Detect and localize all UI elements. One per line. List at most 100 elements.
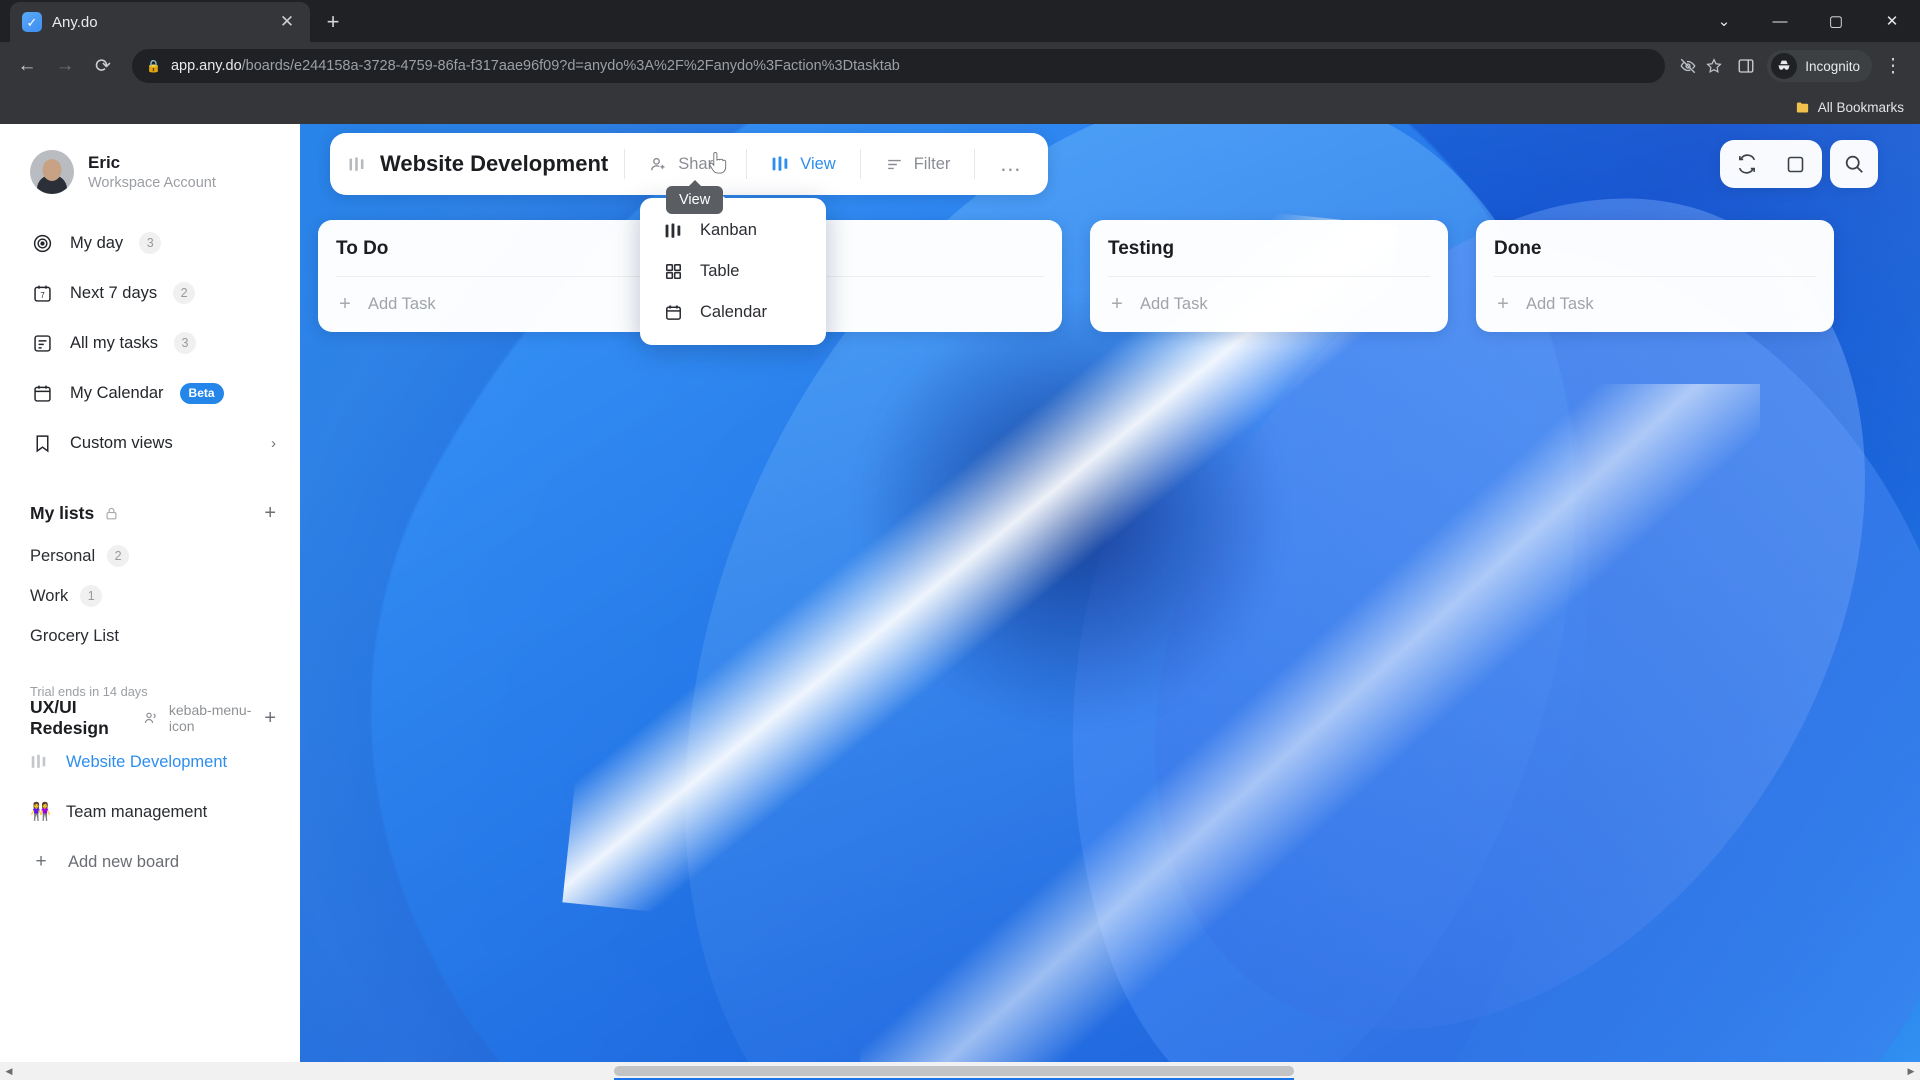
- add-new-board-label: Add new board: [68, 852, 179, 871]
- incognito-label: Incognito: [1805, 58, 1860, 74]
- sidebar-item-label: My Calendar: [70, 383, 164, 402]
- incognito-profile-button[interactable]: Incognito: [1767, 50, 1872, 82]
- kanban-icon: [30, 754, 52, 770]
- close-icon[interactable]: ✕: [276, 11, 298, 33]
- list-item-label: Personal: [30, 546, 96, 565]
- all-bookmarks-label[interactable]: All Bookmarks: [1818, 100, 1904, 115]
- svg-text:7: 7: [40, 290, 44, 299]
- view-option-table[interactable]: Table: [640, 251, 826, 292]
- new-tab-button[interactable]: +: [316, 5, 350, 39]
- list-item-label: Work: [30, 586, 69, 605]
- more-options-button[interactable]: …: [991, 151, 1030, 177]
- add-task-label: Add Task: [368, 295, 436, 313]
- add-task-button[interactable]: + Add Task: [336, 276, 658, 316]
- filter-button[interactable]: Filter: [877, 149, 959, 180]
- view-option-calendar[interactable]: Calendar: [640, 292, 826, 333]
- divider: [859, 149, 861, 179]
- kanban-icon: [662, 222, 684, 240]
- browser-tab[interactable]: ✓ Any.do ✕: [10, 2, 310, 42]
- sidebar-board-website-development[interactable]: Website Development: [0, 737, 300, 787]
- count-badge: 2: [107, 545, 130, 567]
- sidebar-item-my-calendar[interactable]: My Calendar Beta: [0, 368, 300, 418]
- share-label: Share: [678, 154, 723, 173]
- sidebar-item-label: Next 7 days: [70, 283, 158, 302]
- url-text: app.any.do/boards/e244158a-3728-4759-86f…: [171, 58, 1651, 74]
- back-icon[interactable]: ←: [10, 49, 44, 83]
- kanban-icon: [348, 156, 366, 173]
- fullscreen-icon[interactable]: [1772, 141, 1818, 187]
- sidebar-item-next-7-days[interactable]: 7 Next 7 days 2: [0, 268, 300, 318]
- eye-off-icon[interactable]: [1677, 57, 1699, 75]
- add-workspace-item-button[interactable]: +: [264, 707, 276, 730]
- divider: [746, 149, 748, 179]
- tasks-list-icon: [30, 331, 54, 355]
- scrollbar-thumb[interactable]: [614, 1066, 1294, 1076]
- share-button[interactable]: Share: [641, 149, 730, 180]
- chevron-right-icon[interactable]: ›: [271, 435, 276, 452]
- filter-icon: [885, 155, 904, 174]
- add-new-board-button[interactable]: + Add new board: [0, 837, 300, 887]
- page-title: Website Development: [380, 151, 609, 176]
- view-label: View: [800, 154, 836, 173]
- board-right-tools: [1720, 140, 1878, 188]
- add-list-button[interactable]: +: [264, 502, 276, 525]
- chevron-down-icon[interactable]: ⌄: [1696, 0, 1752, 42]
- add-task-button[interactable]: + Add Task: [1108, 276, 1430, 316]
- url-domain: app.any.do: [170, 58, 242, 74]
- forward-icon[interactable]: →: [48, 49, 82, 83]
- bookmark-icon: [30, 431, 54, 455]
- plus-icon: +: [1497, 293, 1509, 315]
- sidebar-board-team-management[interactable]: 👭 Team management: [0, 787, 300, 837]
- view-button[interactable]: View: [763, 149, 843, 180]
- wallpaper-streak: [860, 384, 1760, 1080]
- view-option-kanban[interactable]: Kanban: [640, 210, 826, 251]
- sidebar-item-custom-views[interactable]: Custom views ›: [0, 418, 300, 468]
- view-tooltip: View: [666, 186, 724, 214]
- lock-icon: 🔒: [146, 59, 161, 73]
- view-option-label: Calendar: [700, 303, 767, 321]
- divider: [624, 149, 626, 179]
- scroll-left-arrow[interactable]: ◀: [0, 1062, 18, 1080]
- list-item-personal[interactable]: Personal 2: [0, 536, 300, 576]
- scrollbar-track[interactable]: [18, 1062, 1902, 1080]
- board-canvas: Website Development Share View Filter … …: [300, 124, 1920, 1080]
- kanban-column-to-do: To Do + Add Task: [318, 220, 676, 332]
- profile-header[interactable]: Eric Workspace Account: [0, 144, 300, 200]
- people-emoji-icon: 👭: [30, 802, 52, 821]
- horizontal-scrollbar[interactable]: ◀ ▶: [0, 1062, 1920, 1080]
- maximize-button[interactable]: ▢: [1808, 0, 1864, 42]
- sidebar-item-label: My day: [70, 233, 124, 252]
- view-option-label: Kanban: [700, 221, 757, 239]
- workspace-title: UX/UI Redesign: [30, 697, 109, 738]
- kebab-menu-icon[interactable]: kebab-menu-icon: [169, 702, 254, 734]
- minimize-button[interactable]: —: [1752, 0, 1808, 42]
- members-icon[interactable]: [143, 710, 159, 726]
- column-title: Done: [1494, 238, 1542, 259]
- search-icon[interactable]: [1830, 140, 1878, 188]
- close-window-button[interactable]: ✕: [1864, 0, 1920, 42]
- address-bar[interactable]: 🔒 app.any.do/boards/e244158a-3728-4759-8…: [132, 49, 1666, 83]
- list-item-work[interactable]: Work 1: [0, 576, 300, 616]
- scroll-right-arrow[interactable]: ▶: [1902, 1062, 1920, 1080]
- column-title: Testing: [1108, 238, 1175, 259]
- reload-icon[interactable]: ⟳: [86, 49, 120, 83]
- side-panel-icon[interactable]: [1729, 49, 1763, 83]
- sync-icon[interactable]: [1724, 141, 1770, 187]
- sidebar-nav-list: My day 3 7 Next 7 days 2 All my tasks 3: [0, 218, 300, 468]
- view-dropdown-menu: Kanban Table Calendar: [640, 191, 826, 345]
- profile-subtitle: Workspace Account: [88, 175, 216, 191]
- my-lists-header: My lists +: [0, 490, 300, 536]
- beta-badge: Beta: [179, 382, 224, 404]
- kanban-column-done: Done + Add Task: [1476, 220, 1834, 332]
- view-option-label: Table: [700, 262, 740, 280]
- kebab-menu-icon[interactable]: ⋮: [1876, 49, 1910, 83]
- workspace-header: UX/UI Redesign kebab-menu-icon +: [0, 697, 300, 738]
- plus-icon: +: [35, 851, 47, 872]
- filter-label: Filter: [913, 154, 951, 173]
- kanban-columns: To Do + Add Task In Progress + Add Task …: [314, 220, 1920, 332]
- sidebar-item-my-day[interactable]: My day 3: [0, 218, 300, 268]
- list-item-grocery-list[interactable]: Grocery List: [0, 616, 300, 656]
- sidebar-item-all-my-tasks[interactable]: All my tasks 3: [0, 318, 300, 368]
- add-task-button[interactable]: + Add Task: [1494, 276, 1816, 316]
- star-icon[interactable]: [1703, 57, 1725, 75]
